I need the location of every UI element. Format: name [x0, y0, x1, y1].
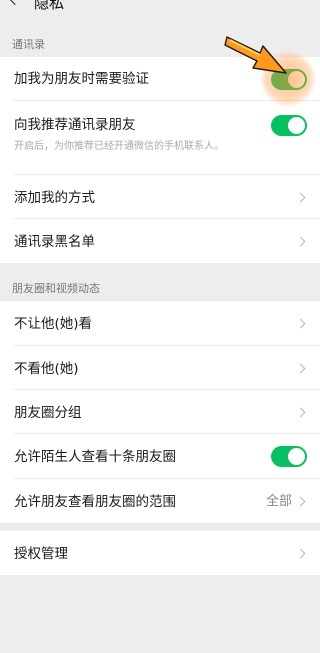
verify-label: 加我为朋友时需要验证: [14, 71, 149, 87]
hide-their-posts-label: 不看他(她): [14, 361, 79, 377]
chevron-right-icon: [295, 192, 306, 203]
hide-their-posts-row[interactable]: 不看他(她): [0, 346, 320, 390]
stranger-view-label: 允许陌生人查看十条朋友圈: [14, 449, 176, 465]
section-title-contacts: 通讯录: [12, 38, 45, 51]
add-methods-label: 添加我的方式: [14, 190, 95, 206]
chevron-right-icon: [295, 407, 306, 418]
recommend-toggle[interactable]: [271, 115, 307, 136]
page-title: 隐私: [34, 0, 65, 12]
top-bar: 隐私: [0, 0, 320, 20]
blacklist-row[interactable]: 通讯录黑名单: [0, 219, 320, 263]
stranger-view-row[interactable]: 允许陌生人查看十条朋友圈: [0, 434, 320, 479]
chevron-right-icon: [295, 236, 306, 247]
chevron-right-icon: [295, 548, 306, 559]
stranger-view-toggle[interactable]: [271, 446, 307, 467]
visible-range-row[interactable]: 允许朋友查看朋友圈的范围 全部: [0, 479, 320, 523]
groups-label: 朋友圈分组: [14, 405, 82, 421]
auth-manage-label: 授权管理: [14, 546, 68, 562]
section-title-moments: 朋友圈和视频动态: [12, 282, 100, 295]
toggle-knob: [288, 448, 305, 465]
visible-range-label: 允许朋友查看朋友圈的范围: [14, 494, 176, 510]
back-chevron-icon[interactable]: [7, 0, 23, 6]
chevron-right-icon: [295, 496, 306, 507]
auth-card: 授权管理: [0, 531, 320, 575]
hide-my-posts-label: 不让他(她)看: [14, 316, 93, 332]
toggle-knob: [288, 117, 305, 134]
recommend-label: 向我推荐通讯录朋友: [14, 117, 136, 133]
moments-card: 不让他(她)看 不看他(她) 朋友圈分组 允许陌生人查看十条朋友圈 允许朋友查看…: [0, 301, 320, 523]
auth-manage-row[interactable]: 授权管理: [0, 531, 320, 575]
chevron-right-icon: [295, 363, 306, 374]
groups-row[interactable]: 朋友圈分组: [0, 390, 320, 434]
chevron-right-icon: [295, 318, 306, 329]
blacklist-label: 通讯录黑名单: [14, 234, 95, 250]
recommend-row[interactable]: 向我推荐通讯录朋友 开启后，为你推荐已经开通微信的手机联系人。: [0, 101, 320, 175]
pointer-arrow-icon: [224, 36, 287, 74]
recommend-description: 开启后，为你推荐已经开通微信的手机联系人。: [14, 141, 224, 152]
add-methods-row[interactable]: 添加我的方式: [0, 175, 320, 219]
hide-my-posts-row[interactable]: 不让他(她)看: [0, 301, 320, 346]
visible-range-value: 全部: [265, 494, 292, 509]
